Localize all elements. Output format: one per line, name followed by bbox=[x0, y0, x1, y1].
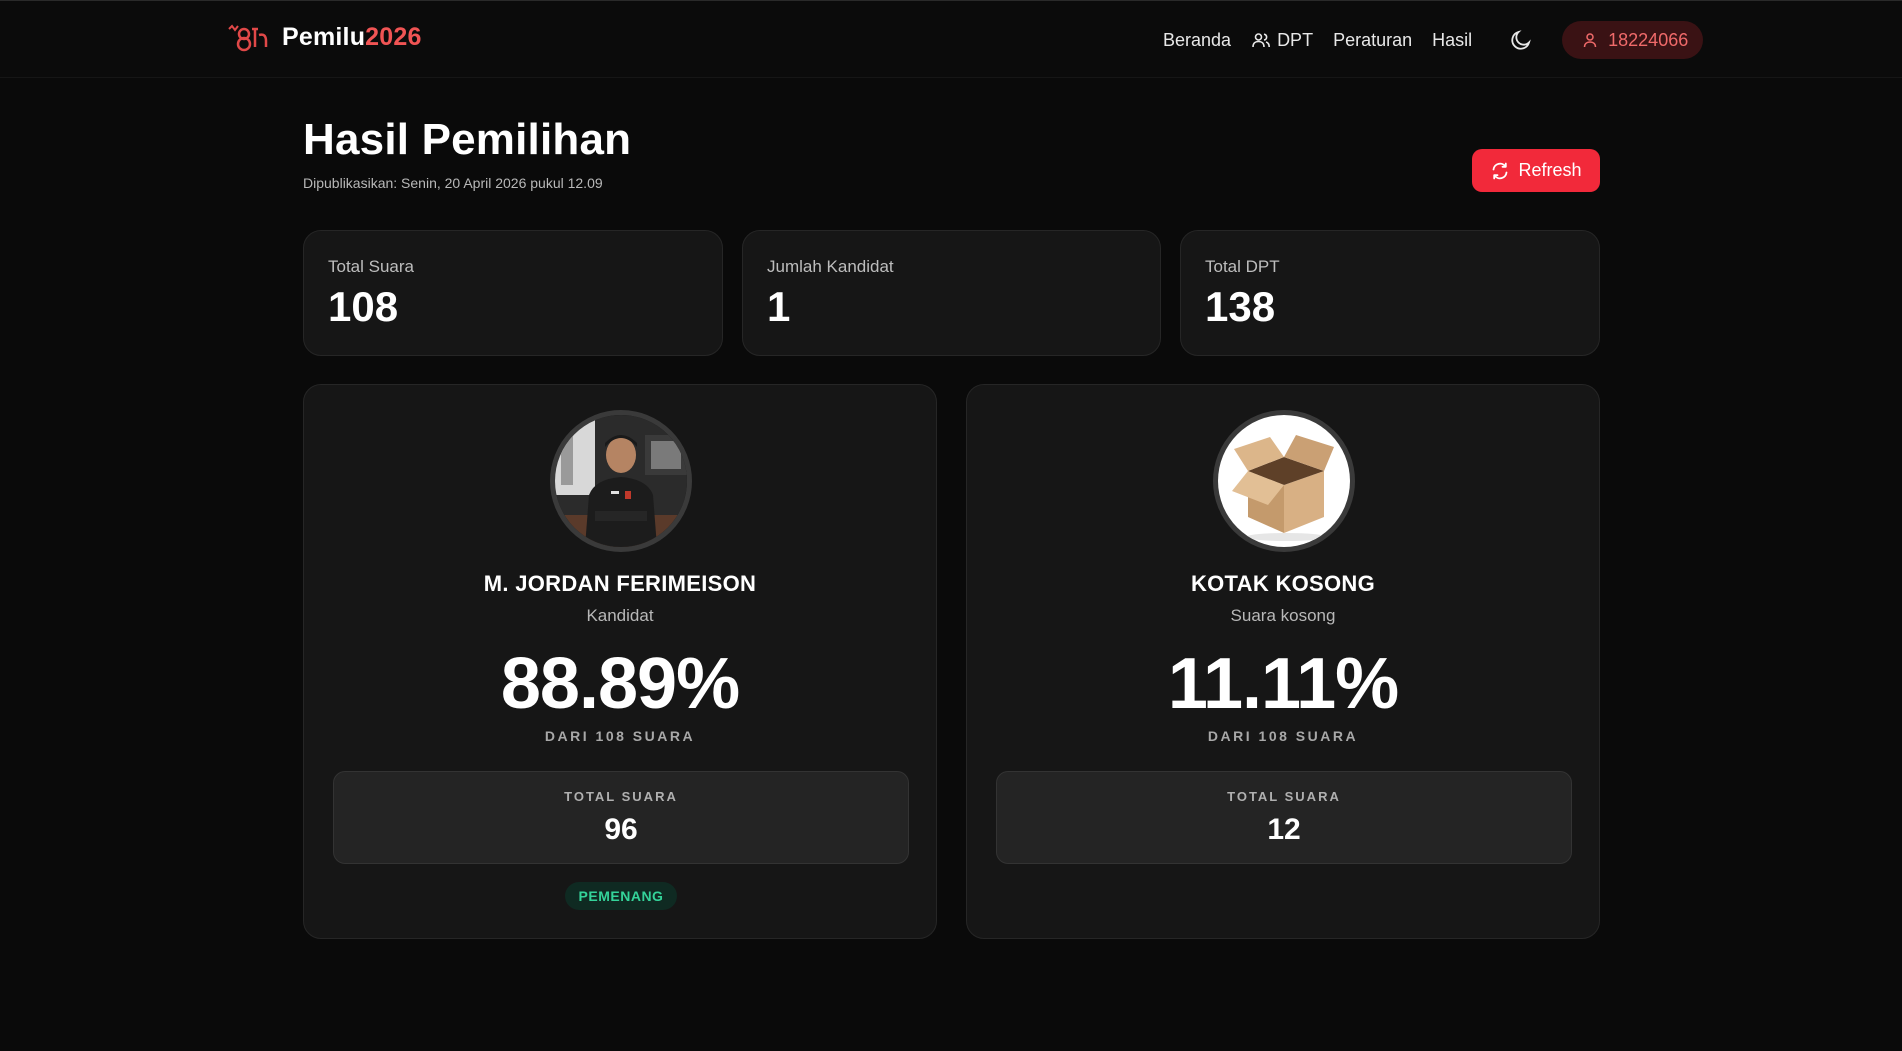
stat-card-total-suara: Total Suara 108 bbox=[303, 230, 723, 356]
total-votes-box: TOTAL SUARA 12 bbox=[996, 771, 1572, 864]
stat-card-total-dpt: Total DPT 138 bbox=[1180, 230, 1600, 356]
candidate-card: KOTAK KOSONG Suara kosong 11.11% DARI 10… bbox=[966, 384, 1600, 939]
stat-value: 138 bbox=[1205, 283, 1276, 330]
page-title: Hasil Pemilihan bbox=[303, 115, 632, 164]
candidate-card: M. JORDAN FERIMEISON Kandidat 88.89% DAR… bbox=[303, 384, 937, 939]
candidate-avatar bbox=[550, 410, 692, 552]
stat-value: 108 bbox=[328, 283, 399, 330]
refresh-label: Refresh bbox=[1518, 160, 1582, 180]
theme-toggle-button[interactable] bbox=[1502, 21, 1540, 59]
total-votes-value: 12 bbox=[1267, 813, 1301, 846]
total-votes-label: TOTAL SUARA bbox=[564, 789, 678, 804]
total-votes-value: 96 bbox=[604, 813, 638, 846]
nav-link-label: DPT bbox=[1277, 29, 1314, 50]
candidate-percentage: 11.11% bbox=[1167, 644, 1399, 724]
nav-link-label: Hasil bbox=[1432, 29, 1473, 50]
candidate-percentage: 88.89% bbox=[500, 644, 740, 724]
total-votes-box: TOTAL SUARA 96 bbox=[333, 771, 909, 864]
candidate-vote-base: DARI 108 SUARA bbox=[544, 728, 696, 744]
candidate-role: Kandidat bbox=[586, 606, 654, 625]
stat-value: 1 bbox=[767, 283, 791, 330]
refresh-icon bbox=[1493, 162, 1508, 179]
candidate-photo bbox=[555, 415, 687, 547]
stat-label: Jumlah Kandidat bbox=[767, 257, 894, 276]
moon-icon bbox=[1511, 30, 1531, 50]
brand[interactable]: Pemilu2026 bbox=[226, 21, 422, 53]
refresh-button[interactable]: Refresh bbox=[1472, 149, 1600, 192]
nav-link-label: Peraturan bbox=[1333, 29, 1413, 50]
candidate-name: KOTAK KOSONG bbox=[1190, 571, 1376, 596]
nav-link-beranda[interactable]: Beranda bbox=[1163, 30, 1231, 51]
user-id: 18224066 bbox=[1608, 29, 1689, 50]
navbar: Pemilu2026 Beranda DPT Peraturan Hasil 1… bbox=[0, 1, 1902, 78]
nav-link-hasil[interactable]: Hasil bbox=[1432, 30, 1472, 51]
cardboard-box-image bbox=[1218, 415, 1350, 547]
candidate-role: Suara kosong bbox=[1230, 606, 1336, 625]
nav-link-dpt[interactable]: DPT bbox=[1251, 30, 1313, 51]
published-timestamp: Dipublikasikan: Senin, 20 April 2026 puk… bbox=[303, 175, 603, 191]
candidate-avatar bbox=[1213, 410, 1355, 552]
winner-badge: PEMENANG bbox=[565, 882, 677, 910]
stat-label: Total DPT bbox=[1205, 257, 1280, 276]
users-icon bbox=[1252, 33, 1271, 48]
total-votes-label: TOTAL SUARA bbox=[1227, 789, 1341, 804]
stat-label: Total Suara bbox=[328, 257, 414, 276]
stat-card-jumlah-kandidat: Jumlah Kandidat 1 bbox=[742, 230, 1161, 356]
user-menu-button[interactable]: 18224066 bbox=[1562, 21, 1704, 59]
candidate-name: M. JORDAN FERIMEISON bbox=[483, 571, 757, 596]
brand-name: Pemilu2026 bbox=[282, 22, 422, 51]
candidate-vote-base: DARI 108 SUARA bbox=[1207, 728, 1359, 744]
nav-link-label: Beranda bbox=[1163, 29, 1232, 50]
nav-menu: Beranda DPT Peraturan Hasil 18224066 bbox=[1163, 21, 1704, 59]
user-icon bbox=[1583, 33, 1597, 48]
nav-link-peraturan[interactable]: Peraturan bbox=[1333, 30, 1412, 51]
logo-icon bbox=[228, 24, 268, 52]
